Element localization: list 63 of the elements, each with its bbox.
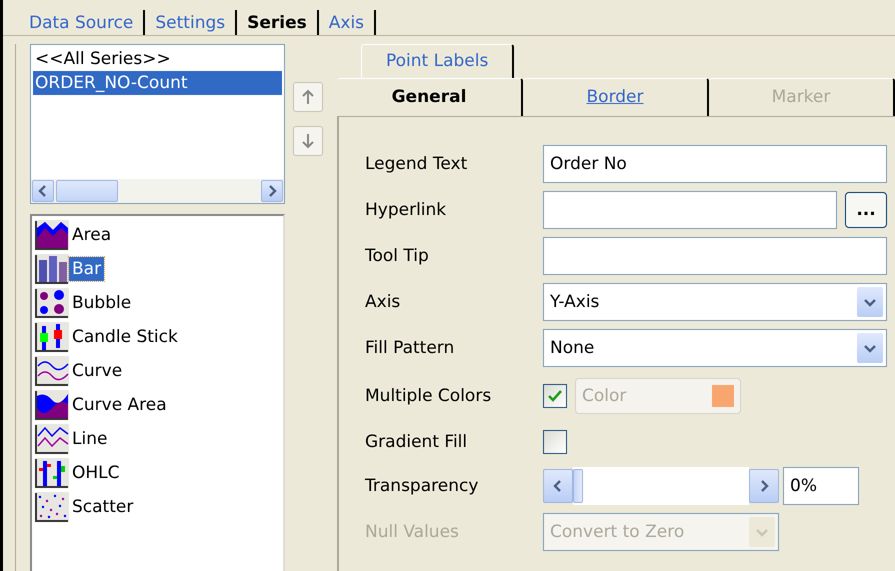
move-down-button[interactable]	[293, 126, 323, 156]
arrow-down-icon	[302, 133, 314, 149]
area-chart-icon	[35, 220, 69, 250]
field-label: Tool Tip	[365, 246, 430, 266]
list-item[interactable]: ORDER_NO-Count	[33, 71, 282, 95]
bar-chart-icon	[35, 254, 69, 284]
list-item[interactable]: Curve	[69, 359, 126, 383]
dropdown[interactable]: None	[543, 329, 887, 367]
check-icon	[547, 389, 563, 403]
chevron-left-icon	[552, 480, 564, 492]
checkbox[interactable]	[543, 430, 567, 454]
list-item[interactable]: Scatter	[69, 495, 136, 519]
tab[interactable]: Point Labels	[361, 44, 514, 78]
bubble-chart-icon	[35, 288, 69, 318]
scroll-right-button[interactable]	[749, 469, 779, 503]
field-label: Axis	[365, 292, 402, 312]
candlestick-chart-icon	[35, 322, 69, 352]
text-field[interactable]	[543, 237, 887, 275]
chevron-right-icon	[758, 480, 770, 492]
list-item[interactable]: Line	[69, 427, 110, 451]
field-label: Fill Pattern	[365, 338, 456, 358]
scrollbar[interactable]	[31, 179, 284, 203]
dropdown[interactable]: Y-Axis	[543, 283, 887, 321]
field-label: Transparency	[365, 476, 480, 496]
field-label: Null Values	[365, 522, 460, 542]
tab[interactable]: Border	[523, 78, 709, 116]
series-list[interactable]: <<All Series>> ORDER_NO-Count	[30, 44, 285, 204]
scatter-chart-icon	[35, 492, 69, 522]
slider-thumb[interactable]	[573, 469, 583, 503]
list-item[interactable]: OHLC	[69, 461, 123, 485]
move-up-button[interactable]	[293, 82, 323, 112]
chevron-right-icon	[266, 185, 278, 197]
list-item[interactable]: Curve Area	[69, 393, 170, 417]
tab[interactable]: Axis	[318, 10, 376, 35]
field-label: Legend Text	[365, 154, 468, 174]
list-item[interactable]: Bubble	[69, 291, 134, 315]
list-item[interactable]: Bar	[69, 257, 104, 281]
arrow-up-icon	[302, 89, 314, 105]
line-chart-icon	[35, 424, 69, 454]
list-item[interactable]: Area	[69, 223, 114, 247]
chevron-down-icon	[864, 296, 876, 308]
curve-chart-icon	[35, 356, 69, 386]
field-label: Gradient Fill	[365, 432, 468, 452]
list-item[interactable]: <<All Series>>	[33, 47, 282, 71]
field-label: Hyperlink	[365, 200, 448, 220]
tab[interactable]: Settings	[145, 10, 238, 35]
chart-type-list[interactable]: Area Bar Bubble Candle Stick Curve Curve Area Line OHLC Scatter	[30, 214, 285, 571]
list-item[interactable]: Candle Stick	[69, 325, 181, 349]
tab[interactable]: Series	[237, 10, 319, 35]
chevron-down-icon	[864, 342, 876, 354]
checkbox[interactable]	[543, 384, 567, 408]
chevron-left-icon	[37, 185, 49, 197]
tab[interactable]: Data Source	[19, 10, 146, 35]
area-chart-icon	[35, 390, 69, 420]
ohlc-chart-icon	[35, 458, 69, 488]
text-field[interactable]	[543, 191, 837, 229]
field-label: Multiple Colors	[365, 386, 492, 406]
tab[interactable]: General	[337, 78, 523, 116]
browse-button[interactable]: ...	[845, 192, 887, 228]
chevron-down-icon	[756, 526, 768, 538]
scroll-left-button[interactable]	[543, 469, 573, 503]
text-field[interactable]: Order No	[543, 145, 887, 183]
percent-field[interactable]: 0%	[783, 467, 859, 505]
